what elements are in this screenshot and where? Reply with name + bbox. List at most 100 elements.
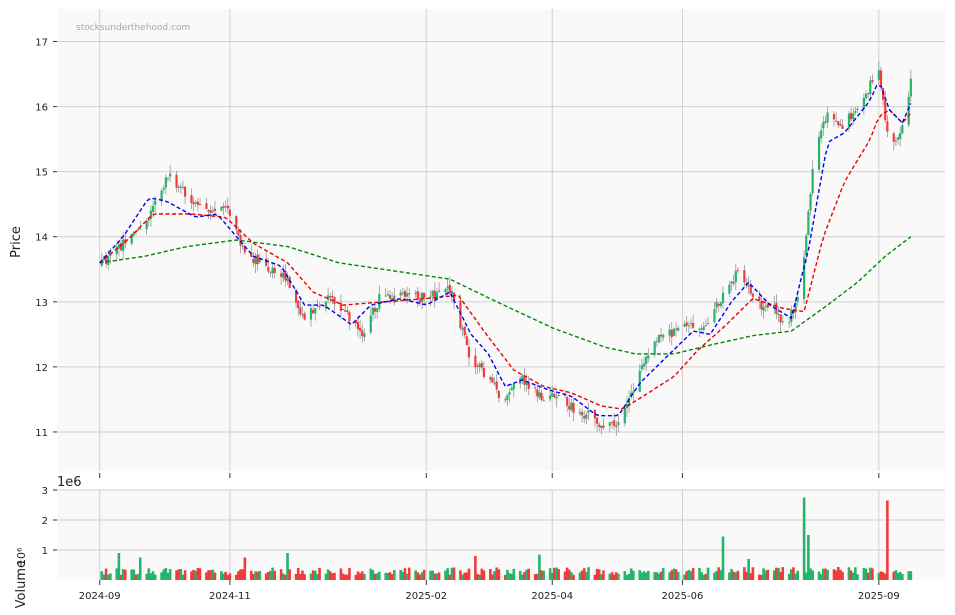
volume-bar <box>826 569 829 580</box>
volume-tick-label: 3 <box>42 486 48 497</box>
candle-body <box>835 120 838 122</box>
candle-body <box>762 307 765 311</box>
candle-body <box>852 113 855 120</box>
volume-bar <box>542 570 545 580</box>
candle-body <box>198 203 202 205</box>
candle-body <box>181 186 185 188</box>
candle-body <box>692 322 695 328</box>
candle-body <box>224 206 227 208</box>
date-tick-label: 2025-04 <box>531 591 573 602</box>
candle-body <box>657 334 661 343</box>
candle-body <box>371 307 375 315</box>
candle-body <box>222 206 225 208</box>
candle-body <box>388 295 392 299</box>
candle-body <box>297 300 300 309</box>
candle-body <box>190 195 193 203</box>
volume-bar <box>721 536 725 580</box>
candle-body <box>525 382 528 386</box>
volume-bar <box>318 567 321 580</box>
candle-body <box>832 114 836 120</box>
candle-body <box>570 402 573 410</box>
volume-bar <box>602 570 605 580</box>
volume-bar <box>363 574 366 580</box>
candle-body <box>312 309 315 314</box>
candle-body <box>341 308 345 310</box>
candle-body <box>687 325 690 327</box>
candle-body <box>655 341 658 343</box>
price-tick-label: 17 <box>35 38 48 49</box>
price-panel <box>57 9 945 471</box>
candle-body <box>572 403 575 413</box>
candle-body <box>339 302 343 311</box>
candle-body <box>523 377 526 385</box>
candle-body <box>824 121 827 123</box>
candle-body <box>474 355 477 368</box>
candle-body <box>685 322 688 326</box>
candle-body <box>595 417 599 424</box>
candle-body <box>363 333 366 338</box>
candle-body <box>743 270 746 283</box>
candle-body <box>331 295 334 298</box>
date-tick-label: 2025-09 <box>858 591 900 602</box>
candle-body <box>403 291 407 297</box>
candle-body <box>856 108 859 110</box>
volume-tick-label: 2 <box>42 516 48 527</box>
volume-bar <box>856 574 859 580</box>
candle-body <box>736 270 740 272</box>
volume-bar <box>909 571 913 580</box>
candle-body <box>598 424 601 427</box>
candle-body <box>147 219 150 221</box>
candle-body <box>585 414 588 419</box>
candle-body <box>508 392 511 395</box>
candle-body <box>538 392 541 398</box>
candle-body <box>659 334 663 337</box>
price-axis-label: Price <box>9 226 24 258</box>
candle-body <box>209 210 212 213</box>
candle-body <box>273 267 276 273</box>
price-tick-label: 16 <box>35 103 48 114</box>
candle-body <box>512 383 515 390</box>
volume-bar <box>333 572 336 580</box>
candle-body <box>557 395 560 397</box>
candle-body <box>373 308 377 312</box>
candle-body <box>555 396 558 399</box>
candle-body <box>534 387 537 389</box>
candle-body <box>463 326 466 336</box>
candle-body <box>117 244 121 249</box>
candle-body <box>213 208 217 211</box>
candle-body <box>359 327 362 331</box>
candle-body <box>809 193 812 211</box>
date-tick-label: 2025-02 <box>405 591 447 602</box>
volume-bar <box>273 570 277 580</box>
candle-body <box>504 399 507 401</box>
candle-body <box>642 363 646 367</box>
candle-body <box>162 188 165 190</box>
candle-body <box>894 140 898 142</box>
candle-body <box>867 93 870 95</box>
volume-bar <box>781 567 785 580</box>
candle-body <box>764 305 767 307</box>
candle-body <box>907 96 910 125</box>
candle-body <box>361 330 364 337</box>
candle-body <box>901 125 904 134</box>
candle-body <box>841 125 844 129</box>
candle-body <box>194 202 197 204</box>
candle-body <box>613 420 616 426</box>
date-tick-label: 2025-06 <box>662 591 704 602</box>
candle-body <box>713 308 716 323</box>
candle-body <box>280 273 283 277</box>
candle-body <box>822 121 825 129</box>
candle-body <box>728 284 731 294</box>
candle-body <box>864 93 868 99</box>
candle-body <box>788 322 791 324</box>
volume-bar <box>676 571 680 580</box>
volume-bar <box>303 574 306 580</box>
candle-body <box>252 258 255 263</box>
candle-body <box>600 425 603 429</box>
candle-body <box>820 130 823 139</box>
candle-body <box>491 377 494 383</box>
candle-body <box>267 267 270 272</box>
candle-body <box>303 313 306 320</box>
candle-body <box>344 310 347 312</box>
candle-body <box>781 321 784 323</box>
